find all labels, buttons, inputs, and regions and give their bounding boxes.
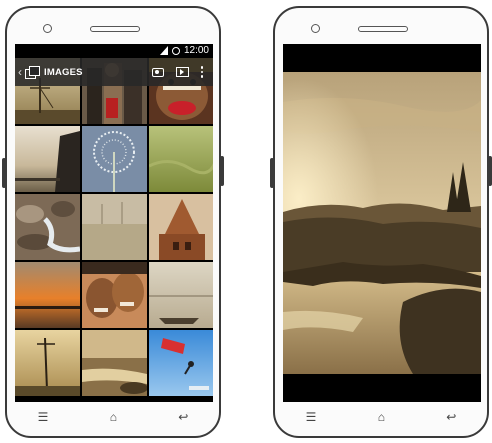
tile-pier-boat[interactable] bbox=[149, 262, 213, 328]
power-button bbox=[488, 156, 492, 186]
camera-icon[interactable] bbox=[151, 67, 164, 77]
tile-power-pole-field[interactable] bbox=[15, 330, 80, 396]
bottom-letterbox bbox=[283, 374, 481, 402]
tile-dock-sunset[interactable] bbox=[15, 126, 80, 192]
tile-grass-field[interactable] bbox=[149, 126, 213, 192]
volume-button bbox=[2, 158, 6, 188]
front-camera bbox=[311, 24, 320, 33]
tile-sky-diver[interactable] bbox=[149, 330, 213, 396]
status-time: 12:00 bbox=[183, 45, 209, 56]
earpiece-speaker bbox=[358, 26, 408, 32]
alarm-icon bbox=[171, 46, 180, 55]
slideshow-icon[interactable] bbox=[175, 67, 189, 77]
volume-button bbox=[270, 158, 274, 188]
photo-viewer-screen bbox=[283, 44, 481, 402]
tile-smiling-children[interactable] bbox=[82, 262, 147, 328]
back-chevron-icon[interactable]: ‹ bbox=[18, 65, 22, 79]
status-icons: 12:00 bbox=[159, 45, 209, 56]
status-bar: 12:00 bbox=[15, 44, 213, 58]
full-photo-river-landscape[interactable] bbox=[283, 72, 481, 374]
tile-dandelion-seedhead[interactable] bbox=[82, 126, 147, 192]
overflow-menu-icon[interactable] bbox=[200, 66, 203, 78]
back-icon[interactable]: ↩ bbox=[178, 410, 188, 424]
action-bar-actions bbox=[151, 66, 203, 78]
signal-icon bbox=[159, 46, 168, 55]
earpiece-speaker bbox=[90, 26, 140, 32]
albums-stack-icon[interactable] bbox=[25, 66, 40, 79]
tile-foggy-field[interactable] bbox=[82, 194, 147, 260]
nav-bar-right: ☰ ⌂ ↩ bbox=[275, 406, 487, 428]
action-bar: ‹ IMAGES bbox=[15, 58, 213, 86]
tile-river-evening[interactable] bbox=[82, 330, 147, 396]
power-button bbox=[220, 156, 224, 186]
front-camera bbox=[43, 24, 52, 33]
image-grid bbox=[15, 58, 213, 402]
top-letterbox bbox=[283, 44, 481, 72]
back-icon[interactable]: ↩ bbox=[446, 410, 456, 424]
home-icon[interactable]: ⌂ bbox=[110, 410, 117, 424]
gallery-screen: ‹ IMAGES 12:00 bbox=[15, 44, 213, 402]
menu-icon[interactable]: ☰ bbox=[38, 410, 49, 424]
phone-right: ☰ ⌂ ↩ bbox=[270, 6, 492, 438]
home-icon[interactable]: ⌂ bbox=[378, 410, 385, 424]
page-title: IMAGES bbox=[44, 66, 83, 78]
tile-rocky-stream[interactable] bbox=[15, 194, 80, 260]
nav-bar-left: ☰ ⌂ ↩ bbox=[7, 406, 219, 428]
tile-temple-pagoda[interactable] bbox=[149, 194, 213, 260]
phone-left: ‹ IMAGES 12:00 ☰ ⌂ ↩ bbox=[2, 6, 224, 438]
menu-icon[interactable]: ☰ bbox=[306, 410, 317, 424]
tile-orange-sunset[interactable] bbox=[15, 262, 80, 328]
